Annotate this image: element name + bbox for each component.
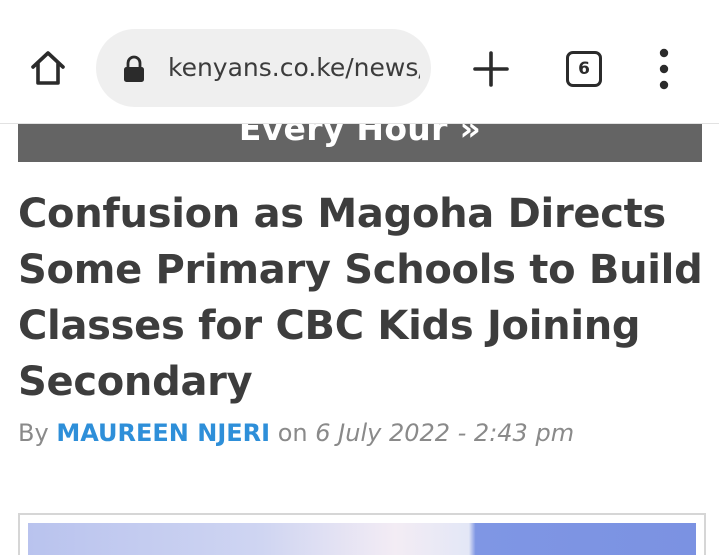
address-bar[interactable]: kenyans.co.ke/news/ [96,29,431,107]
banner-text[interactable]: Every Hour » [18,124,702,148]
article-headline: Confusion as Magoha Directs Some Primary… [18,191,703,405]
article-byline: By MAUREEN NJERI on 6 July 2022 - 2:43 p… [18,416,708,450]
browser-toolbar: kenyans.co.ke/news/ 6 [0,0,719,124]
tab-count: 6 [578,59,590,79]
url-text[interactable]: kenyans.co.ke/news/ [168,51,420,85]
byline-prefix: By [18,419,49,447]
author-link[interactable]: MAUREEN NJERI [56,419,270,447]
new-tab-button[interactable] [470,48,512,90]
tab-switcher-button[interactable]: 6 [566,51,602,87]
byline-on: on [277,419,308,447]
home-button[interactable] [26,46,70,90]
more-vert-icon [659,48,669,90]
home-icon [31,51,65,85]
lock-icon[interactable] [122,55,146,83]
publish-date: 6 July 2022 - 2:43 pm [315,419,575,447]
promo-banner[interactable]: Every Hour » [18,124,702,162]
article-image[interactable] [28,523,696,555]
plus-icon [473,51,509,87]
article-image-frame [18,513,706,555]
menu-button[interactable] [650,46,678,92]
